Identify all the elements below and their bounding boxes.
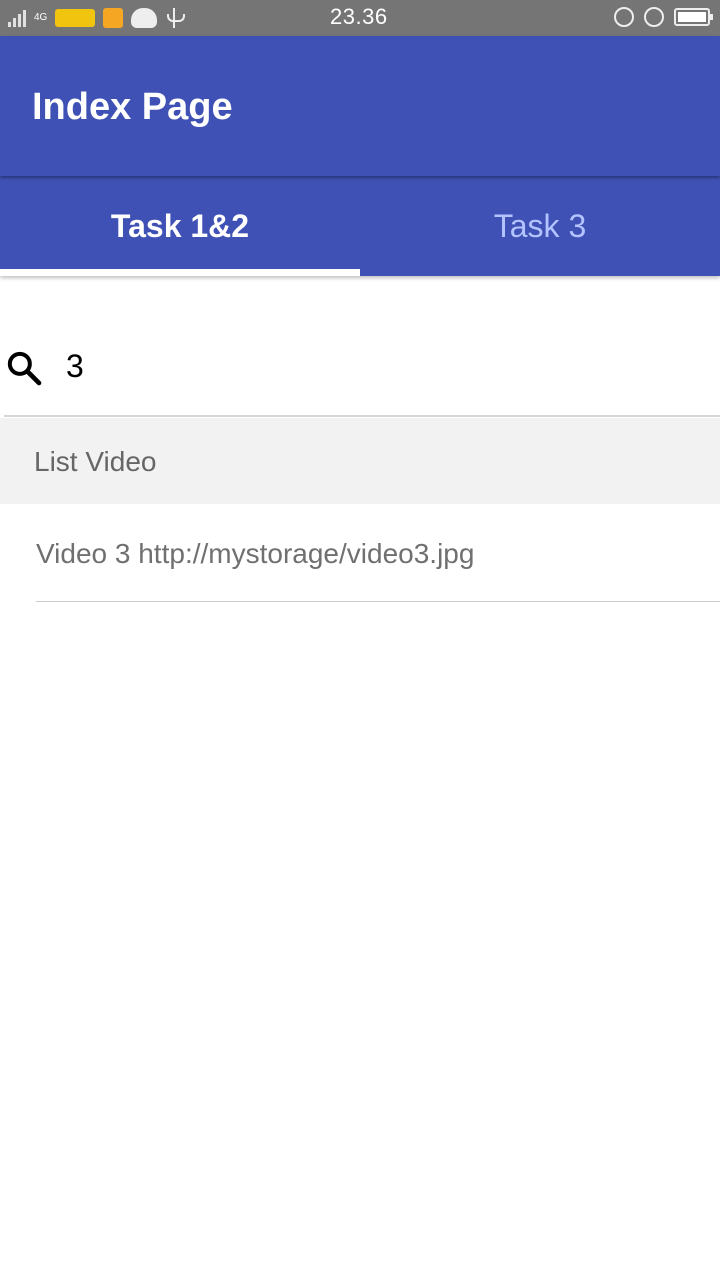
list-divider — [36, 601, 720, 602]
status-icons-right — [614, 7, 713, 27]
list-section-header: List Video — [0, 418, 720, 504]
tab-task-1-2[interactable]: Task 1&2 — [0, 176, 360, 276]
search-bar — [0, 320, 720, 417]
list-item-text: Video 3 http://mystorage/video3.jpg — [36, 538, 475, 569]
android-icon — [131, 8, 158, 28]
network-4g-icon: 4G — [34, 12, 48, 23]
battery-icon — [674, 8, 713, 26]
tab-task-3[interactable]: Task 3 — [360, 176, 720, 276]
signal-icon — [8, 9, 26, 27]
app-badge-icon — [103, 8, 124, 28]
status-time: 23.36 — [330, 4, 388, 29]
status-icons-left: 4G — [8, 6, 186, 30]
status-bar: 4G 23.36 — [0, 0, 720, 36]
search-underline — [4, 415, 720, 417]
list-item[interactable]: Video 3 http://mystorage/video3.jpg — [0, 504, 720, 602]
indosat-icon — [55, 9, 96, 27]
tab-indicator — [0, 269, 360, 276]
list-header-label: List Video — [34, 446, 157, 477]
alarm-icon — [644, 7, 664, 27]
search-icon[interactable] — [4, 348, 44, 388]
tab-bar: Task 1&2 Task 3 — [0, 176, 720, 276]
tab-label: Task 1&2 — [110, 207, 250, 244]
page-title: Index Page — [32, 86, 233, 128]
search-input[interactable] — [66, 344, 666, 388]
usb-icon — [165, 8, 186, 28]
silent-icon — [614, 7, 634, 27]
tab-label: Task 3 — [493, 207, 587, 244]
app-toolbar: Index Page — [0, 36, 720, 176]
